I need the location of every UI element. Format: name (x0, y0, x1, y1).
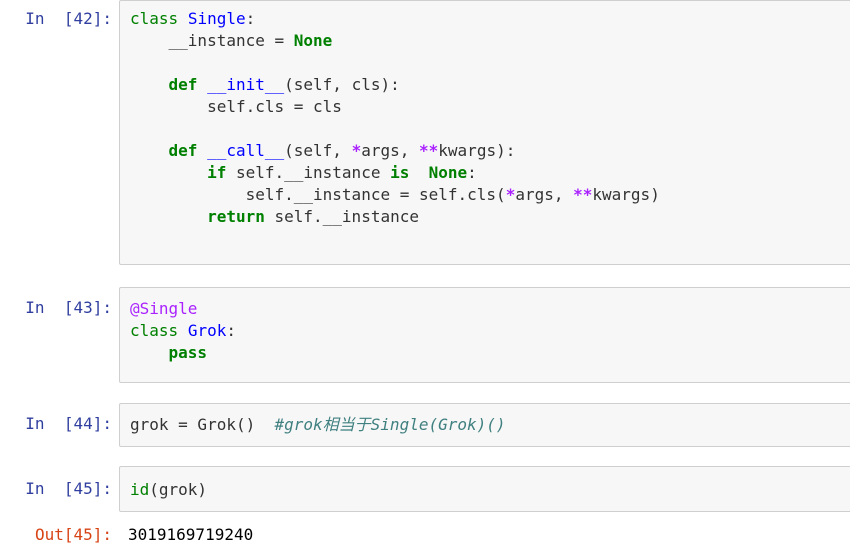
code-line: class Single: (130, 8, 850, 30)
code-input-area[interactable]: @Single class Grok: pass (119, 287, 850, 383)
code-text: self.cls = cls (207, 97, 342, 116)
code-line: __instance = None (130, 30, 850, 52)
code-line: self.cls = cls (130, 96, 850, 118)
code-editor[interactable]: grok = Grok() #grok相当于Single(Grok)() (120, 404, 850, 436)
input-prompt: In [44]: (25, 414, 112, 433)
keyword-token: def (168, 141, 198, 160)
code-cell-45[interactable]: In [45]: id(grok) (0, 466, 850, 512)
class-name-token: Grok (187, 321, 227, 340)
code-line: class Grok: (130, 320, 850, 342)
code-text: (self, cls): (284, 75, 400, 94)
operator-token: * (351, 141, 362, 160)
code-text: : (226, 321, 236, 340)
function-name-token: __call__ (207, 141, 285, 160)
input-prompt: In [45]: (25, 479, 112, 498)
code-text: self.__instance = self.cls( (245, 185, 506, 204)
code-line: if self.__instance is None: (130, 162, 850, 184)
code-text: (self, (284, 141, 352, 160)
class-name-token: Single (187, 9, 246, 28)
input-prompt: In [42]: (25, 9, 112, 28)
code-editor[interactable]: @Single class Grok: pass (120, 288, 850, 364)
code-line: def __init__(self, cls): (130, 74, 850, 96)
code-cell-43[interactable]: In [43]: @Single class Grok: pass (0, 287, 850, 387)
code-input-area[interactable]: class Single: __instance = None def __in… (119, 0, 850, 265)
code-text: self.__instance (264, 207, 419, 226)
code-line: return self.__instance (130, 206, 850, 228)
input-prompt: In [43]: (25, 298, 112, 317)
code-text: args, (361, 141, 420, 160)
code-cell-42[interactable]: In [42]: class Single: __instance = None… (0, 0, 850, 270)
code-text: __instance = (168, 31, 294, 50)
code-text: kwargs) (592, 185, 660, 204)
code-text: self.__instance (226, 163, 391, 182)
code-text: : (245, 9, 256, 28)
code-line: id(grok) (130, 479, 850, 501)
output-value: 3019169719240 (128, 525, 254, 544)
keyword-token: return (207, 207, 265, 226)
code-text: (grok) (149, 480, 208, 499)
keyword-token: None (428, 163, 468, 182)
code-text: args, (515, 185, 574, 204)
decorator-token: @Single (130, 299, 198, 318)
function-name-token: __init__ (207, 75, 285, 94)
keyword-token: pass (168, 343, 208, 362)
comment-token: #grok相当于Single(Grok)() (274, 415, 506, 434)
code-line: self.__instance = self.cls(*args, **kwar… (130, 184, 850, 206)
code-text: kwargs): (438, 141, 516, 160)
operator-token: * (505, 185, 516, 204)
operator-token: ** (419, 141, 439, 160)
code-editor[interactable]: class Single: __instance = None def __in… (120, 1, 850, 228)
keyword-token: is (390, 163, 410, 182)
output-prompt: Out[45]: (34, 525, 112, 544)
code-editor[interactable]: id(grok) (120, 467, 850, 501)
keyword-token: if (207, 163, 227, 182)
operator-token: ** (573, 185, 593, 204)
code-cell-44[interactable]: In [44]: grok = Grok() #grok相当于Single(Gr… (0, 403, 850, 449)
keyword-token: class (130, 9, 179, 28)
builtin-token: id (130, 480, 150, 499)
output-cell-45: Out[45]: 3019169719240 (0, 520, 850, 550)
keyword-token: None (293, 31, 333, 50)
code-input-area[interactable]: grok = Grok() #grok相当于Single(Grok)() (119, 403, 850, 447)
code-line: @Single (130, 298, 850, 320)
code-line: def __call__(self, *args, **kwargs): (130, 140, 850, 162)
keyword-token: class (130, 321, 179, 340)
code-text: : (467, 163, 477, 182)
code-line: grok = Grok() #grok相当于Single(Grok)() (130, 414, 850, 436)
code-line: pass (130, 342, 850, 364)
keyword-token: def (168, 75, 198, 94)
code-input-area[interactable]: id(grok) (119, 466, 850, 512)
code-text: grok = Grok() (130, 415, 275, 434)
